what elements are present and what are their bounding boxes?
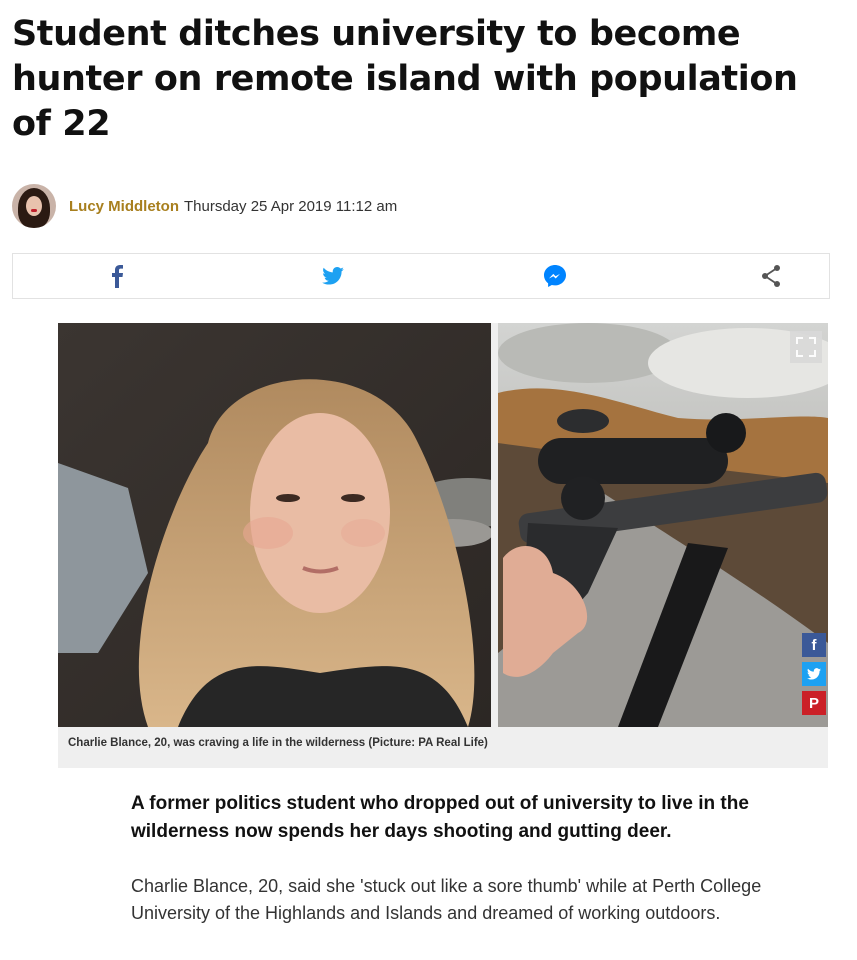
messenger-icon [544,265,566,287]
expand-icon [796,337,816,357]
messenger-share-button[interactable] [535,254,575,298]
article-headline: Student ditches university to become hun… [12,14,798,144]
article-body-paragraph: Charlie Blance, 20, said she 'stuck out … [131,876,762,923]
portrait-photo[interactable] [58,323,491,727]
facebook-icon: f [811,636,817,654]
expand-button[interactable] [790,331,822,363]
photo-facebook-share[interactable]: f [802,633,826,657]
more-share-button[interactable] [751,254,791,298]
rifle-photo[interactable]: f P [498,323,828,727]
share-bar [12,253,830,299]
photo-caption: Charlie Blance, 20, was craving a life i… [68,737,488,749]
twitter-share-button[interactable] [313,254,353,298]
author-avatar[interactable] [12,184,56,228]
facebook-icon [112,265,123,288]
facebook-share-button[interactable] [97,254,137,298]
twitter-icon [807,668,821,680]
photo-pinterest-share[interactable]: P [802,691,826,715]
byline: Lucy Middleton Thursday 25 Apr 2019 11:1… [12,182,397,230]
pinterest-icon: P [808,694,819,712]
twitter-icon [322,267,344,285]
photo-twitter-share[interactable] [802,662,826,686]
publish-date: Thursday 25 Apr 2019 11:12 am [184,197,398,215]
article-media: f P Charlie Blance, 20, was craving a li… [58,323,828,768]
author-name[interactable]: Lucy Middleton [69,198,179,215]
share-icon [762,265,780,287]
article-lead: A former politics student who dropped ou… [131,793,749,842]
